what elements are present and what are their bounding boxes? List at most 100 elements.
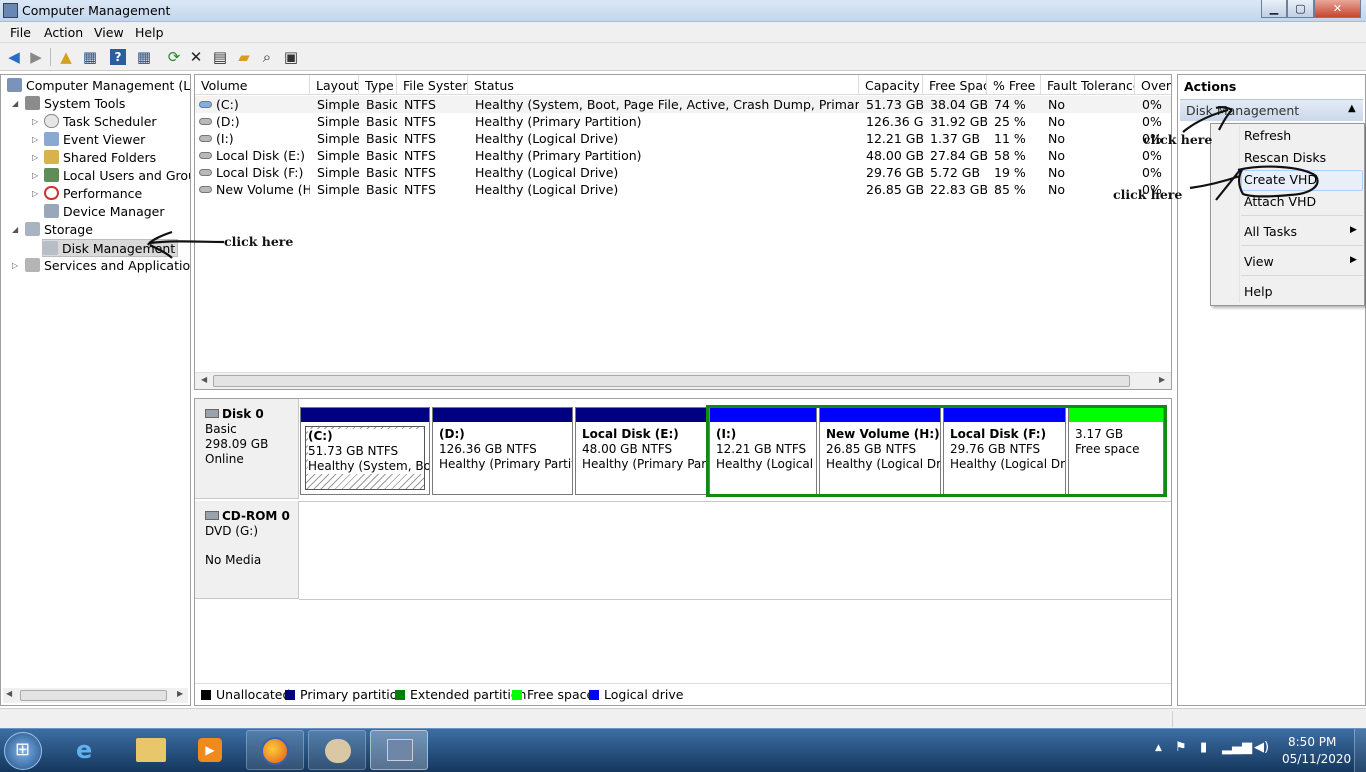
taskbar-computer-management[interactable] bbox=[370, 730, 428, 770]
disk0-label[interactable]: Disk 0 Basic 298.09 GB Online bbox=[195, 399, 299, 499]
partition-bar bbox=[433, 408, 572, 422]
menu-item-create-vhd[interactable]: Create VHD bbox=[1244, 170, 1317, 190]
taskbar-paint[interactable] bbox=[308, 730, 366, 770]
menu-item-help[interactable]: Help bbox=[1244, 282, 1273, 302]
tree-device-manager[interactable]: Device Manager bbox=[44, 203, 165, 221]
table-cell: Healthy (System, Boot, Page File, Active… bbox=[475, 97, 859, 112]
tree-disk-management[interactable]: Disk Management bbox=[42, 239, 179, 257]
table-cell: NTFS bbox=[404, 97, 436, 112]
properties-icon[interactable]: ▤ bbox=[210, 47, 230, 67]
tree-task-scheduler[interactable]: Task Scheduler bbox=[44, 113, 157, 131]
table-row[interactable]: (I:) Simple Basic NTFS Healthy (Logical Driv… bbox=[195, 130, 1171, 147]
usb-device-icon[interactable]: ▮ bbox=[1200, 740, 1207, 755]
menu-action[interactable]: Action bbox=[44, 25, 83, 40]
tree-services[interactable]: Services and Applications bbox=[25, 257, 190, 275]
up-folder-icon[interactable]: ▲ bbox=[56, 47, 76, 67]
column-header[interactable]: Layout bbox=[310, 75, 359, 95]
expand-arrow-icon[interactable]: ▷ bbox=[32, 167, 38, 185]
maximize-button[interactable]: ▢ bbox=[1287, 0, 1314, 18]
cdrom-label[interactable]: CD-ROM 0 DVD (G:) No Media bbox=[195, 501, 299, 599]
tree-horizontal-scrollbar[interactable]: ◀ ▶ bbox=[3, 688, 188, 703]
table-cell: No bbox=[1048, 114, 1065, 129]
clock-time[interactable]: 8:50 PM bbox=[1288, 735, 1336, 749]
delete-icon[interactable]: ✕ bbox=[186, 47, 206, 67]
show-hide-tree-icon[interactable]: ▦ bbox=[80, 47, 100, 67]
volume-icon[interactable]: ◀) bbox=[1254, 740, 1269, 755]
volume-icon bbox=[199, 186, 212, 193]
column-header[interactable]: Fault Tolerance bbox=[1041, 75, 1135, 95]
menu-help[interactable]: Help bbox=[135, 25, 164, 40]
menu-item-refresh[interactable]: Refresh bbox=[1244, 126, 1291, 146]
column-header[interactable]: Volume bbox=[195, 75, 310, 95]
tree-shared-folders[interactable]: Shared Folders bbox=[44, 149, 156, 167]
start-button[interactable]: ⊞ bbox=[4, 732, 42, 770]
taskbar-media-player[interactable]: ▶ bbox=[182, 730, 240, 770]
taskbar-explorer[interactable] bbox=[122, 730, 180, 770]
table-row[interactable]: (C:) Simple Basic NTFS Healthy (System, Boot… bbox=[195, 96, 1171, 113]
table-row[interactable]: New Volume (H:) Simple Basic NTFS Healthy (L… bbox=[195, 181, 1171, 198]
minimize-button[interactable]: ▁ bbox=[1261, 0, 1287, 18]
menu-item-view[interactable]: View bbox=[1244, 252, 1274, 272]
partition-block[interactable]: (C:) 51.73 GB NTFS Healthy (System, Boot bbox=[300, 407, 430, 495]
taskbar-ie[interactable]: e bbox=[62, 730, 120, 770]
column-header[interactable]: Status bbox=[468, 75, 859, 95]
partition-block[interactable]: (D:) 126.36 GB NTFS Healthy (Primary Parti… bbox=[432, 407, 573, 495]
scroll-left-icon[interactable]: ◀ bbox=[6, 689, 12, 698]
clock-date[interactable]: 05/11/2020 bbox=[1282, 752, 1351, 766]
scrollbar-thumb[interactable] bbox=[213, 375, 1130, 387]
column-header[interactable]: Type bbox=[359, 75, 397, 95]
expand-arrow-icon[interactable]: ▷ bbox=[32, 131, 38, 149]
menu-file[interactable]: File bbox=[10, 25, 31, 40]
help-icon[interactable]: ? bbox=[110, 49, 126, 65]
legend-logical: Logical drive bbox=[604, 687, 684, 702]
scrollbar-thumb[interactable] bbox=[20, 690, 167, 701]
expand-arrow-icon[interactable]: ▷ bbox=[32, 149, 38, 167]
tree-event-viewer[interactable]: Event Viewer bbox=[44, 131, 145, 149]
collapse-caret-icon[interactable]: ▲ bbox=[1348, 103, 1356, 114]
disk-tool-icon[interactable]: ▣ bbox=[281, 47, 301, 67]
column-header[interactable]: Overh bbox=[1135, 75, 1171, 95]
tree-performance[interactable]: Performance bbox=[44, 185, 142, 203]
show-hidden-icons-icon[interactable]: ▲ bbox=[1155, 743, 1162, 753]
table-row[interactable]: Local Disk (F:) Simple Basic NTFS Healthy (L… bbox=[195, 164, 1171, 181]
actions-section-header[interactable]: Disk Management ▲ bbox=[1180, 99, 1363, 121]
collapse-arrow-icon[interactable]: ◢ bbox=[12, 221, 18, 239]
volume-list-horizontal-scrollbar[interactable]: ◀ ▶ bbox=[195, 372, 1171, 389]
network-signal-icon[interactable]: ▂▄▆ bbox=[1222, 740, 1252, 755]
column-header[interactable]: File System bbox=[397, 75, 468, 95]
column-header[interactable]: Capacity bbox=[859, 75, 923, 95]
menu-item-attach-vhd[interactable]: Attach VHD bbox=[1244, 192, 1316, 212]
status-bar bbox=[0, 708, 1366, 728]
collapse-arrow-icon[interactable]: ◢ bbox=[12, 95, 18, 113]
back-arrow-icon[interactable]: ◀ bbox=[4, 47, 24, 67]
menu-item-all-tasks[interactable]: All Tasks bbox=[1244, 222, 1297, 242]
tree-local-users[interactable]: Local Users and Groups bbox=[44, 167, 190, 185]
scroll-left-icon[interactable]: ◀ bbox=[201, 375, 207, 384]
column-header[interactable]: % Free bbox=[987, 75, 1041, 95]
expand-arrow-icon[interactable]: ▷ bbox=[32, 113, 38, 131]
forward-arrow-icon[interactable]: ▶ bbox=[26, 47, 46, 67]
close-button[interactable]: ✕ bbox=[1314, 0, 1361, 18]
partition-block[interactable]: Local Disk (E:) 48.00 GB NTFS Healthy (Pri… bbox=[575, 407, 707, 495]
refresh-icon[interactable]: ⟳ bbox=[164, 47, 184, 67]
tree-storage[interactable]: Storage bbox=[25, 221, 93, 239]
expand-arrow-icon[interactable]: ▷ bbox=[12, 257, 18, 275]
menu-view[interactable]: View bbox=[94, 25, 124, 40]
expand-arrow-icon[interactable]: ▷ bbox=[32, 185, 38, 203]
menu-item-rescan-disks[interactable]: Rescan Disks bbox=[1244, 148, 1326, 168]
partition-size: 51.73 GB NTFS bbox=[308, 444, 424, 459]
table-cell: Local Disk (F:) bbox=[216, 165, 304, 180]
column-header[interactable]: Free Space bbox=[923, 75, 987, 95]
open-folder-icon[interactable]: ▰ bbox=[234, 47, 254, 67]
table-row[interactable]: Local Disk (E:) Simple Basic NTFS Healthy (P… bbox=[195, 147, 1171, 164]
tree-system-tools[interactable]: System Tools bbox=[25, 95, 125, 113]
table-row[interactable]: (D:) Simple Basic NTFS Healthy (Primary Part… bbox=[195, 113, 1171, 130]
show-desktop-button[interactable] bbox=[1354, 729, 1366, 772]
action-center-flag-icon[interactable]: ⚑ bbox=[1175, 740, 1187, 755]
scroll-right-icon[interactable]: ▶ bbox=[1159, 375, 1165, 384]
scroll-right-icon[interactable]: ▶ bbox=[177, 689, 183, 698]
magnifier-icon[interactable]: ⌕ bbox=[257, 47, 277, 67]
taskbar-firefox[interactable] bbox=[246, 730, 304, 770]
show-hide-action-pane-icon[interactable]: ▦ bbox=[134, 47, 154, 67]
tree-root[interactable]: Computer Management (Local bbox=[7, 77, 190, 95]
